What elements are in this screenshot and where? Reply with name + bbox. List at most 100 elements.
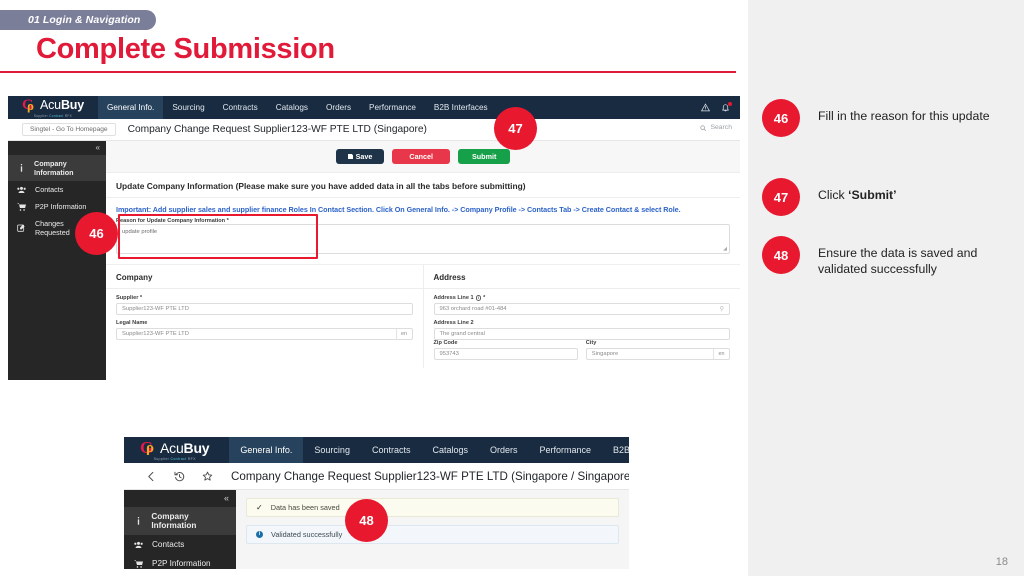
address-line2-field[interactable]: The grand central (433, 328, 730, 340)
city-label: City (585, 340, 597, 346)
search-input[interactable]: Search (700, 124, 732, 131)
cart-icon-2 (134, 559, 143, 568)
page-title: Complete Submission (36, 33, 335, 65)
alert-data-saved-text: Data has been saved (270, 503, 340, 512)
annotation-48: 48 Ensure the data is saved and validate… (762, 236, 1018, 277)
company-section: Company Supplier * Supplier123-WF PTE LT… (106, 265, 423, 368)
nav-tab-orders-2[interactable]: Orders (479, 437, 529, 463)
city-field[interactable]: Singapore en (585, 348, 730, 360)
go-to-homepage-button[interactable]: Singtel - Go To Homepage (22, 123, 116, 136)
sidebar: « Company Information Contacts P2P Infor… (8, 141, 106, 380)
nav-tabs-2: General Info. Sourcing Contracts Catalog… (229, 437, 629, 463)
legal-name-label: Legal Name (116, 320, 148, 326)
search-icon (700, 124, 707, 131)
nav-tab-contracts[interactable]: Contracts (214, 96, 267, 119)
nav-tab-b2b-interfaces[interactable]: B2B Interfaces (425, 96, 497, 119)
nav-tab-performance[interactable]: Performance (360, 96, 425, 119)
sidebar-collapse-icon-2[interactable]: « (124, 490, 236, 507)
nav-tab-sourcing[interactable]: Sourcing (163, 96, 213, 119)
reason-textarea[interactable]: update profile ◢ (116, 224, 730, 254)
submit-button[interactable]: Submit (458, 148, 511, 165)
cart-icon (17, 202, 26, 211)
nav-tab-sourcing-2[interactable]: Sourcing (303, 437, 361, 463)
step-bullet-48: 48 (762, 236, 800, 274)
detail-columns: Company Supplier * Supplier123-WF PTE LT… (106, 264, 740, 368)
acubuy-logo-tagline: Supplier Contract RFX (33, 113, 73, 118)
acubuy-logo-text: AcuBuy (40, 98, 84, 112)
callout-bullet-47: 47 (494, 107, 537, 150)
address-line1-value: 963 orchard road #01-484 (439, 306, 507, 312)
page-number: 18 (995, 556, 1008, 568)
sidebar-item-company-information-2[interactable]: Company Information (124, 507, 236, 535)
main-content: Save Cancel Submit Update Company Inform… (106, 141, 740, 380)
info-circle-icon[interactable]: i (475, 295, 482, 301)
breadcrumb: Company Change Request Supplier123-WF PT… (127, 124, 427, 135)
sidebar-item-contacts[interactable]: Contacts (8, 181, 106, 198)
contacts-icon-2 (134, 541, 143, 549)
annotation-panel: 46 Fill in the reason for this update 47… (748, 0, 1024, 576)
check-icon: ✓ (256, 503, 263, 512)
annotation-47-prefix: Click (818, 188, 849, 202)
nav-tab-b2b-interfaces-2[interactable]: B2B Interfaces (602, 437, 629, 463)
nav-tab-general-info[interactable]: General Info. (97, 96, 164, 119)
annotation-text-47: Click ‘Submit’ (818, 178, 897, 203)
acubuy-logo-mark: G ρ (22, 97, 37, 113)
zip-field[interactable]: 953743 (433, 348, 578, 360)
toolbar-icons (124, 471, 213, 482)
sidebar-2: « Company Information Contacts P2P Infor… (124, 490, 236, 569)
warning-icon[interactable] (701, 103, 710, 112)
app-navbar: G ρ AcuBuy Supplier Contract RFX General… (8, 96, 740, 119)
breadcrumb-2: Company Change Request Supplier123-WF PT… (231, 469, 629, 483)
company-section-heading: Company (106, 265, 423, 289)
nav-tab-catalogs-2[interactable]: Catalogs (421, 437, 479, 463)
zip-city-row: Zip Code 953743 City Singapore en (433, 340, 730, 360)
address-section-heading: Address (423, 265, 740, 289)
acubuy-logo-2[interactable]: G ρ AcuBuy Supplier Contract RFX (124, 437, 229, 463)
sidebar-label-p2p-information-2: P2P Information (152, 559, 211, 568)
back-icon[interactable] (146, 471, 157, 482)
nav-tab-contracts-2[interactable]: Contracts (361, 437, 422, 463)
nav-tab-performance-2[interactable]: Performance (529, 437, 603, 463)
alert-data-saved: ✓ Data has been saved (246, 498, 619, 517)
edit-note-icon (17, 224, 26, 232)
sidebar-item-company-information[interactable]: Company Information (8, 155, 106, 181)
address-line2-value: The grand central (439, 331, 485, 337)
step-bullet-46: 46 (762, 99, 800, 137)
nav-tab-catalogs[interactable]: Catalogs (267, 96, 317, 119)
sidebar-item-p2p-information-2[interactable]: P2P Information (124, 554, 236, 569)
legal-name-language-suffix[interactable]: en (395, 329, 412, 339)
main-content-2: ✓ Data has been saved i Validated succes… (236, 490, 629, 569)
slide-canvas: 01 Login & Navigation Complete Submissio… (0, 0, 1024, 576)
cancel-button[interactable]: Cancel (392, 148, 450, 165)
address-section: Address Address Line 1 i * 963 orchard r… (422, 265, 740, 368)
sidebar-collapse-icon[interactable]: « (8, 141, 106, 155)
resize-handle-icon[interactable]: ◢ (723, 246, 727, 252)
screenshot-main-form: G ρ AcuBuy Supplier Contract RFX General… (8, 96, 740, 380)
address-lookup-icon[interactable]: ⚲ (720, 306, 724, 313)
legal-name-field[interactable]: Supplier123-WF PTE LTD en (116, 328, 413, 340)
panel-heading: Update Company Information (Please make … (106, 173, 740, 198)
history-icon[interactable] (174, 471, 185, 482)
save-button-label: Save (355, 151, 373, 161)
nav-tab-orders[interactable]: Orders (317, 96, 360, 119)
important-note: Important: Add supplier sales and suppli… (116, 205, 681, 214)
acubuy-logo[interactable]: G ρ AcuBuy Supplier Contract RFX (8, 96, 98, 119)
logo-letter-p-2: ρ (146, 440, 155, 456)
favorite-star-icon[interactable] (202, 471, 213, 482)
nav-tabs: General Info. Sourcing Contracts Catalog… (97, 96, 497, 119)
contacts-icon (17, 186, 26, 194)
acubuy-logo-text-2: AcuBuy (160, 439, 210, 456)
save-button[interactable]: Save (335, 148, 385, 165)
address-line1-label-text: Address Line 1 (433, 295, 474, 301)
address-line1-field[interactable]: 963 orchard road #01-484 ⚲ (433, 303, 730, 315)
nav-tab-general-info-2[interactable]: General Info. (229, 437, 304, 463)
sidebar-label-company-information-2: Company Information (151, 512, 197, 530)
zip-group: Zip Code 953743 (433, 340, 578, 360)
supplier-field[interactable]: Supplier123-WF PTE LTD (116, 303, 413, 315)
required-asterisk: * (483, 295, 486, 301)
notifications-bell-icon[interactable] (721, 102, 732, 112)
sidebar-label-contacts: Contacts (35, 185, 64, 194)
city-language-suffix[interactable]: en (713, 349, 729, 359)
sidebar-item-contacts-2[interactable]: Contacts (124, 535, 236, 554)
acubuy-logo-mark-2: G ρ (140, 439, 157, 456)
